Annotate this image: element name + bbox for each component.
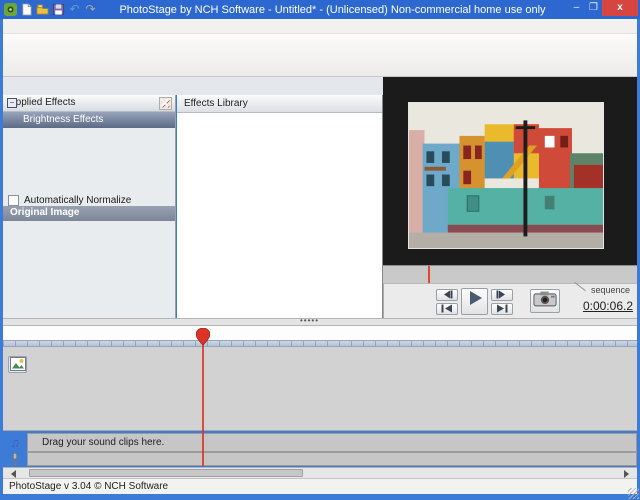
effects-library-header: Effects Library bbox=[177, 95, 382, 113]
applied-effects-panel: Applied Effects Brightness Effects − Aut… bbox=[3, 95, 176, 318]
video-track bbox=[3, 347, 637, 431]
timeline-ruler[interactable] bbox=[3, 326, 637, 340]
narration-track bbox=[3, 452, 637, 466]
new-document-icon[interactable] bbox=[20, 3, 33, 16]
go-start-button[interactable] bbox=[436, 303, 458, 315]
photostage-window: ↶ ↷ PhotoStage by NCH Software - Untitle… bbox=[0, 0, 640, 500]
applied-effects-header: Applied Effects bbox=[3, 95, 175, 112]
sound-hint: Drag your sound clips here. bbox=[28, 437, 164, 448]
scroll-left-icon[interactable] bbox=[11, 470, 16, 478]
go-end-button[interactable] bbox=[491, 303, 513, 315]
horizontal-scrollbar[interactable] bbox=[3, 467, 637, 478]
undo-icon[interactable]: ↶ bbox=[68, 3, 81, 16]
menu-bar bbox=[3, 19, 637, 34]
status-bar: PhotoStage v 3.04 © NCH Software bbox=[3, 478, 637, 494]
preview-image bbox=[409, 103, 603, 248]
close-button[interactable]: x bbox=[602, 0, 638, 16]
preview-timeline[interactable] bbox=[383, 265, 637, 283]
normalize-checkbox[interactable] bbox=[8, 195, 19, 206]
frame-forward-button[interactable] bbox=[491, 289, 513, 301]
maximize-button[interactable]: ❐ bbox=[585, 0, 602, 16]
scrollbar-thumb[interactable] bbox=[29, 469, 303, 477]
brightness-effects-header: Brightness Effects bbox=[3, 112, 175, 128]
clip-strip bbox=[51, 339, 637, 431]
toolbar bbox=[3, 34, 637, 77]
sequence-tab-edge bbox=[574, 282, 586, 291]
sound-track-bar[interactable]: Drag your sound clips here. bbox=[27, 433, 637, 452]
original-image-header: Original Image bbox=[3, 206, 175, 221]
horizontal-splitter[interactable]: ••••• bbox=[3, 318, 637, 326]
sequence-tab[interactable]: sequence bbox=[577, 285, 633, 297]
minimize-button[interactable]: – bbox=[568, 0, 585, 16]
app-icon bbox=[4, 3, 17, 16]
playback-controls: sequence 0:00:06.2 bbox=[383, 283, 637, 318]
open-project-icon[interactable] bbox=[36, 3, 49, 16]
sound-track: ♫ Drag your sound clips here. bbox=[3, 433, 637, 452]
title-bar: ↶ ↷ PhotoStage by NCH Software - Untitle… bbox=[0, 0, 640, 19]
resize-grip[interactable] bbox=[628, 488, 639, 499]
narration-track-bar[interactable] bbox=[27, 452, 637, 466]
preview-playhead[interactable] bbox=[428, 266, 430, 283]
brightness-effects-close-icon[interactable] bbox=[159, 97, 171, 109]
redo-icon[interactable]: ↷ bbox=[84, 3, 97, 16]
snapshot-camera-button[interactable] bbox=[530, 289, 560, 313]
tab-row bbox=[3, 77, 383, 95]
sequence-time[interactable]: 0:00:06.2 bbox=[583, 299, 633, 313]
collapse-icon[interactable]: − bbox=[7, 98, 17, 108]
sequence-tab-label: sequence bbox=[591, 285, 630, 295]
playhead-marker[interactable] bbox=[196, 328, 210, 345]
window-controls: – ❐ x bbox=[568, 0, 640, 19]
frame-back-button[interactable] bbox=[436, 289, 458, 301]
scroll-right-icon[interactable] bbox=[624, 470, 629, 478]
microphone-icon bbox=[3, 452, 27, 466]
play-button[interactable] bbox=[461, 288, 488, 315]
window-title: PhotoStage by NCH Software - Untitled* -… bbox=[97, 4, 568, 16]
effects-library-panel: Effects Library bbox=[177, 95, 383, 318]
playhead-line bbox=[202, 340, 204, 466]
quick-access-toolbar: ↶ ↷ bbox=[0, 3, 97, 16]
video-track-button[interactable] bbox=[8, 356, 27, 373]
normalize-label: Automatically Normalize bbox=[24, 195, 131, 206]
preview-viewport bbox=[383, 77, 637, 265]
music-note-icon: ♫ bbox=[3, 434, 27, 452]
save-icon[interactable] bbox=[52, 3, 65, 16]
splitter-handle-icon[interactable]: ••••• bbox=[300, 316, 319, 325]
preview-panel: sequence 0:00:06.2 bbox=[383, 77, 637, 318]
